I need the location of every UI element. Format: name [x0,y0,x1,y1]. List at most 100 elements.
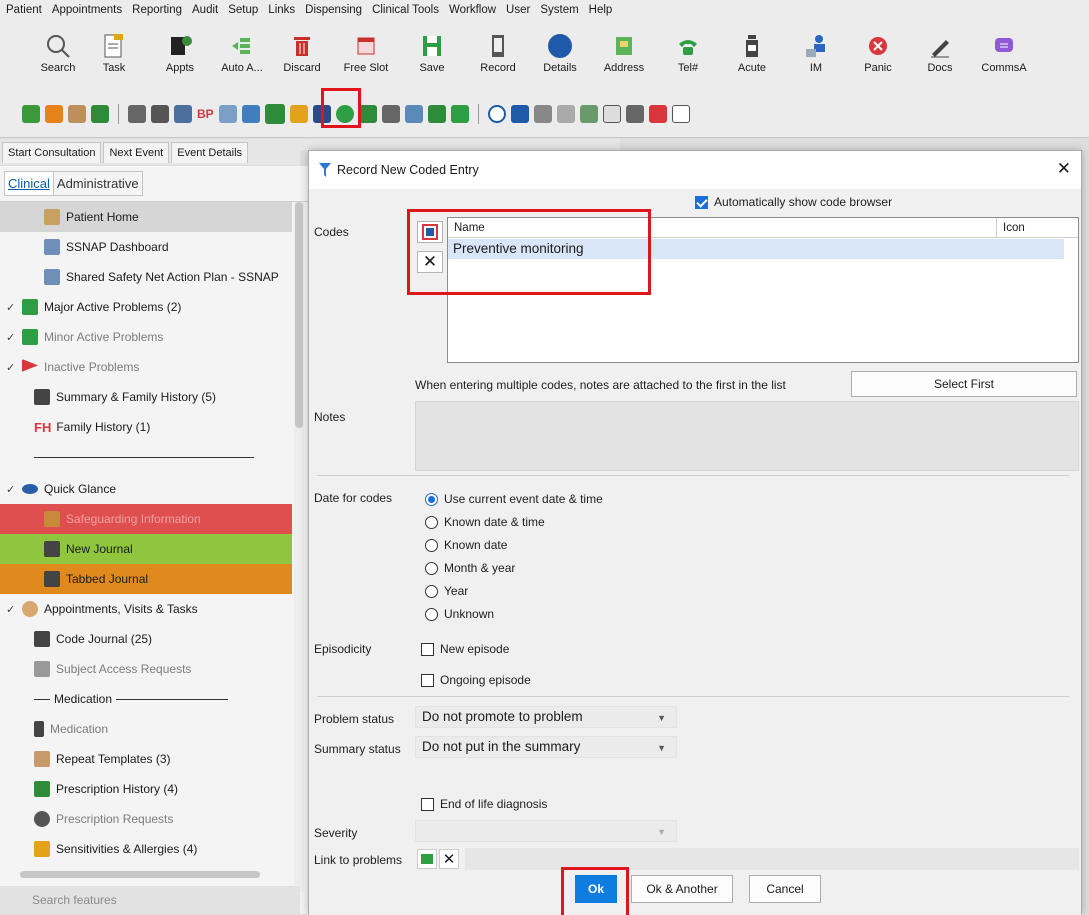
sidebar-item-appointments-visits[interactable]: ✓ Appointments, Visits & Tasks [0,594,292,624]
select-first-button[interactable]: Select First [851,371,1077,397]
chevron-down-icon[interactable]: ✓ [6,361,18,374]
down-arrow-icon[interactable] [91,105,109,123]
import-icon[interactable] [648,105,667,123]
sidebar-item-family-history[interactable]: FH Family History (1) [0,412,292,442]
sidebar-item-repeat-templates[interactable]: Repeat Templates (3) [0,744,292,774]
free-slot-button[interactable]: Free Slot [336,24,396,92]
sidebar-item-tabbed-journal[interactable]: Tabbed Journal [0,564,292,594]
bold-b-icon[interactable] [45,105,63,123]
menu-appointments[interactable]: Appointments [52,4,122,16]
unlink-problem-button[interactable]: ✕ [439,849,459,869]
search-button[interactable]: Search [28,24,88,92]
date-option-current-event[interactable]: Use current event date & time [425,492,603,507]
end-of-life-checkbox[interactable]: End of life diagnosis [421,797,547,812]
im-button[interactable]: IM [786,24,846,92]
document-icon[interactable] [671,105,690,123]
severity-select[interactable]: ▼ [415,820,677,842]
pen-notes-icon[interactable] [128,105,146,123]
save-button[interactable]: Save [402,24,462,92]
family-icon[interactable] [358,105,377,123]
sidebar-item-safety-net-plan[interactable]: Shared Safety Net Action Plan - SSNAP [0,262,292,292]
sidebar-item-prescription-requests[interactable]: Prescription Requests [0,804,292,834]
sidebar-item-sensitivities[interactable]: Sensitivities & Allergies (4) [0,834,292,864]
sidebar-item-code-journal[interactable]: Code Journal (25) [0,624,292,654]
ongoing-episode-checkbox[interactable]: Ongoing episode [421,673,531,688]
date-option-known-date[interactable]: Known date [425,538,507,553]
green-square-icon[interactable] [427,105,446,123]
tab-administrative[interactable]: Administrative [53,171,143,196]
menu-workflow[interactable]: Workflow [449,4,496,16]
close-icon[interactable]: ✕ [1057,159,1071,179]
tab-start-consultation[interactable]: Start Consultation [2,141,102,163]
comms-button[interactable]: CommsA [974,24,1034,92]
address-button[interactable]: Address [594,24,654,92]
syringe-icon[interactable] [174,105,192,123]
tab-event-details[interactable]: Event Details [171,141,249,163]
warning-icon[interactable] [289,105,308,123]
telephone-button[interactable]: Tel# [658,24,718,92]
panel-scrollbar[interactable] [294,202,304,892]
search-features-input[interactable]: Search features [0,886,300,914]
people-icon[interactable] [68,105,86,123]
triangle-circle-icon[interactable] [487,105,506,123]
new-episode-checkbox[interactable]: New episode [421,642,509,657]
auto-show-browser-checkbox[interactable]: Automatically show code browser [695,195,892,210]
checkbox-icon[interactable] [421,798,434,812]
search-doc-icon[interactable] [556,105,575,123]
menu-links[interactable]: Links [268,4,295,16]
summary-status-select[interactable]: Do not put in the summary ▼ [415,736,677,758]
radio-icon[interactable] [425,608,438,622]
eraser-icon[interactable] [625,105,644,123]
sidebar-item-medication[interactable]: Medication [0,714,292,744]
radio-icon[interactable] [425,562,438,576]
menu-reporting[interactable]: Reporting [132,4,182,16]
prescription-icon[interactable] [151,105,169,123]
sidebar-item-major-problems[interactable]: ✓ Major Active Problems (2) [0,292,292,322]
sidebar-item-minor-problems[interactable]: ✓ Minor Active Problems [0,322,292,352]
checkbox-icon[interactable] [421,674,434,688]
menu-help[interactable]: Help [589,4,613,16]
grid-icon[interactable] [533,105,552,123]
chevron-down-icon[interactable]: ✓ [6,603,18,616]
date-option-unknown[interactable]: Unknown [425,607,494,622]
chevron-down-icon[interactable]: ✓ [6,483,18,496]
menu-audit[interactable]: Audit [192,4,218,16]
notes-textarea[interactable] [415,401,1079,471]
bp-icon[interactable]: BP [197,107,214,121]
problem-status-select[interactable]: Do not promote to problem ▼ [415,706,677,728]
letter-icon[interactable] [381,105,400,123]
tab-clinical[interactable]: Clinical [4,171,54,196]
chevron-down-icon[interactable]: ✓ [6,301,18,314]
checkbox-icon[interactable] [421,643,434,657]
sidebar-item-ssnap-dashboard[interactable]: SSNAP Dashboard [0,232,292,262]
task-button[interactable]: Task [84,24,144,92]
horizontal-scrollbar[interactable] [20,871,260,878]
auto-arrange-button[interactable]: Auto A... [212,24,272,92]
sidebar-item-new-journal[interactable]: New Journal [0,534,292,564]
docs-button[interactable]: Docs [910,24,970,92]
linked-problems-field[interactable] [465,848,1079,870]
panic-button[interactable]: Panic [848,24,908,92]
record-button[interactable]: Record [468,24,528,92]
column-header-icon[interactable]: Icon [996,218,1031,238]
cancel-button[interactable]: Cancel [749,875,821,903]
date-option-known-date-time[interactable]: Known date & time [425,515,545,530]
star-icon[interactable] [450,105,469,123]
sidebar-item-summary-history[interactable]: Summary & Family History (5) [0,382,292,412]
sidebar-item-patient-home[interactable]: Patient Home [0,202,292,232]
radio-icon[interactable] [425,539,438,553]
sidebar-item-subject-access[interactable]: Subject Access Requests [0,654,292,684]
date-option-year[interactable]: Year [425,584,468,599]
magnifier-icon[interactable] [602,105,621,123]
acute-button[interactable]: Acute [722,24,782,92]
flag-green-icon[interactable] [22,105,40,123]
sidebar-item-prescription-history[interactable]: Prescription History (4) [0,774,292,804]
scrollbar-thumb[interactable] [295,202,303,428]
lab-icon[interactable] [218,105,237,123]
menu-system[interactable]: System [540,4,578,16]
sidebar-item-safeguarding[interactable]: Safeguarding Information [0,504,292,534]
radio-icon[interactable] [425,516,438,530]
menu-clinical-tools[interactable]: Clinical Tools [372,4,439,16]
radio-selected-icon[interactable] [425,493,438,507]
date-option-month-year[interactable]: Month & year [425,561,515,576]
